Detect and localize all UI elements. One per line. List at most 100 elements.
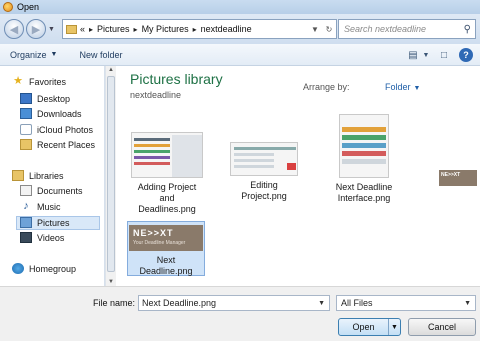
file-tile[interactable]: Adding Project and Deadlines.png — [128, 132, 206, 215]
new-folder-label: New folder — [79, 49, 123, 60]
app-icon — [3, 2, 13, 12]
open-button[interactable]: Open ▼ — [338, 318, 401, 336]
recent-places-icon — [20, 139, 32, 150]
chevron-down-icon: ▼ — [464, 299, 471, 307]
breadcrumb-my-pictures[interactable]: My Pictures — [142, 24, 189, 34]
chevron-right-icon: ▸ — [89, 24, 94, 34]
file-name-label: File name: — [93, 298, 136, 308]
scroll-up-icon[interactable]: ▲ — [106, 67, 116, 73]
homegroup-icon — [12, 263, 24, 274]
preview-pane-icon[interactable]: □ — [436, 47, 452, 63]
file-thumbnail — [339, 114, 389, 178]
sidebar-item-videos[interactable]: Videos — [20, 232, 64, 243]
help-button[interactable]: ? — [458, 47, 474, 63]
desktop-icon — [20, 93, 32, 104]
sidebar-item-pictures[interactable]: Pictures — [20, 217, 70, 228]
file-tile[interactable]: Next Deadline Interface.png — [325, 114, 403, 204]
navigation-scrollbar[interactable]: ▲ ▼ — [105, 66, 116, 286]
file-name: Next Deadline Interface.png — [335, 182, 393, 203]
help-icon: ? — [459, 48, 473, 62]
refresh-icon[interactable]: ↻ — [322, 25, 336, 34]
sidebar-label: Libraries — [29, 170, 64, 181]
sidebar-item-recent-places[interactable]: Recent Places — [20, 139, 95, 150]
file-type-select[interactable]: All Files ▼ — [336, 295, 476, 311]
arrow-left-icon: ◀ — [9, 23, 19, 36]
music-icon: ♪ — [23, 200, 29, 212]
window-title: Open — [17, 2, 40, 12]
sidebar-label: Videos — [37, 232, 65, 243]
arrange-by-dropdown[interactable]: Folder ▼ — [385, 82, 420, 92]
documents-icon — [20, 185, 32, 196]
file-list-pane: Pictures library nextdeadline Arrange by… — [117, 66, 480, 286]
sidebar-item-libraries[interactable]: Libraries — [12, 170, 64, 181]
library-title: Pictures library — [130, 71, 223, 87]
chevron-down-icon: ▼ — [50, 51, 58, 58]
videos-icon — [20, 232, 32, 243]
sidebar-label: iCloud Photos — [37, 124, 94, 135]
file-type-value: All Files — [341, 298, 373, 308]
sidebar-label: Recent Places — [37, 139, 96, 150]
file-name: Adding Project and Deadlines.png — [137, 182, 197, 214]
folder-icon — [66, 24, 77, 34]
downloads-icon — [20, 108, 32, 119]
address-bar[interactable]: « ▸ Pictures ▸ My Pictures ▸ nextdeadlin… — [62, 19, 337, 39]
recent-locations-dropdown[interactable]: ▼ — [48, 26, 58, 33]
sidebar-label: Music — [37, 201, 61, 212]
organize-label: Organize — [10, 49, 47, 60]
search-placeholder: Search nextdeadline — [344, 24, 427, 34]
address-dropdown-icon[interactable]: ▼ — [308, 25, 322, 34]
chevron-right-icon: ▸ — [133, 24, 138, 34]
dialog-footer: File name: Next Deadline.png ▼ All Files… — [0, 286, 480, 341]
breadcrumb-pictures[interactable]: Pictures — [97, 24, 130, 34]
file-thumbnail-partial[interactable]: NE>>XT — [439, 170, 477, 186]
view-dropdown-icon[interactable]: ▼ — [422, 47, 430, 63]
scroll-down-icon[interactable]: ▼ — [106, 279, 116, 285]
sidebar-item-favorites[interactable]: ★ Favorites — [12, 76, 66, 87]
open-label: Open — [352, 322, 375, 332]
file-thumbnail — [230, 142, 298, 176]
sidebar-item-documents[interactable]: Documents — [20, 185, 83, 196]
sidebar-label: Favorites — [29, 76, 67, 87]
sidebar-item-music[interactable]: ♪ Music — [20, 200, 61, 212]
organize-button[interactable]: Organize ▼ — [10, 50, 57, 60]
breadcrumb-nextdeadline[interactable]: nextdeadline — [201, 24, 252, 34]
chevron-right-icon: ▸ — [192, 24, 197, 34]
sidebar-label: Homegroup — [29, 263, 77, 274]
address-row: ◀ ▶ ▼ « ▸ Pictures ▸ My Pictures ▸ nextd… — [0, 14, 480, 44]
back-button[interactable]: ◀ — [4, 19, 24, 39]
view-options-icon[interactable]: ▤ — [405, 47, 421, 63]
open-options-dropdown[interactable]: ▼ — [388, 319, 400, 335]
sidebar-item-desktop[interactable]: Desktop — [20, 93, 70, 104]
file-name-field[interactable]: Next Deadline.png ▼ — [138, 295, 330, 311]
scrollbar-thumb[interactable] — [107, 76, 115, 272]
arrow-right-icon: ▶ — [31, 23, 41, 36]
sidebar-label: Documents — [37, 185, 83, 196]
arrange-by-value: Folder — [385, 82, 411, 92]
file-tile[interactable]: Editing Project.png — [225, 142, 303, 202]
title-bar: Open — [0, 0, 480, 14]
file-name: Editing Project.png — [241, 180, 287, 201]
arrange-by-label: Arrange by: — [303, 82, 350, 92]
search-icon[interactable]: ⚲ — [464, 24, 471, 35]
sidebar-item-icloud-photos[interactable]: iCloud Photos — [20, 124, 93, 135]
new-folder-button[interactable]: New folder — [79, 50, 122, 60]
file-name: Next Deadline.png — [139, 255, 193, 276]
forward-button[interactable]: ▶ — [26, 19, 46, 39]
sidebar-item-homegroup[interactable]: Homegroup — [12, 263, 76, 274]
navigation-pane: ★ Favorites Desktop Downloads iCloud Pho… — [0, 66, 105, 286]
sidebar-item-downloads[interactable]: Downloads — [20, 108, 82, 119]
file-name-value: Next Deadline.png — [142, 298, 217, 308]
library-subtitle: nextdeadline — [130, 90, 182, 100]
sidebar-label: Desktop — [37, 93, 71, 104]
search-input[interactable]: Search nextdeadline ⚲ — [338, 19, 476, 39]
command-toolbar: Organize ▼ New folder ▤ ▼ □ ? — [0, 44, 480, 66]
sidebar-label: Downloads — [37, 108, 82, 119]
chevron-down-icon[interactable]: ▼ — [318, 300, 325, 307]
file-tile-selected[interactable]: NE>>XT Your Deadline Manager Next Deadli… — [127, 221, 205, 276]
cancel-label: Cancel — [427, 322, 456, 332]
star-icon: ★ — [13, 75, 23, 87]
chevron-down-icon: ▼ — [48, 25, 55, 33]
libraries-icon — [12, 170, 24, 181]
cancel-button[interactable]: Cancel — [408, 318, 476, 336]
address-overflow[interactable]: « — [80, 24, 85, 34]
